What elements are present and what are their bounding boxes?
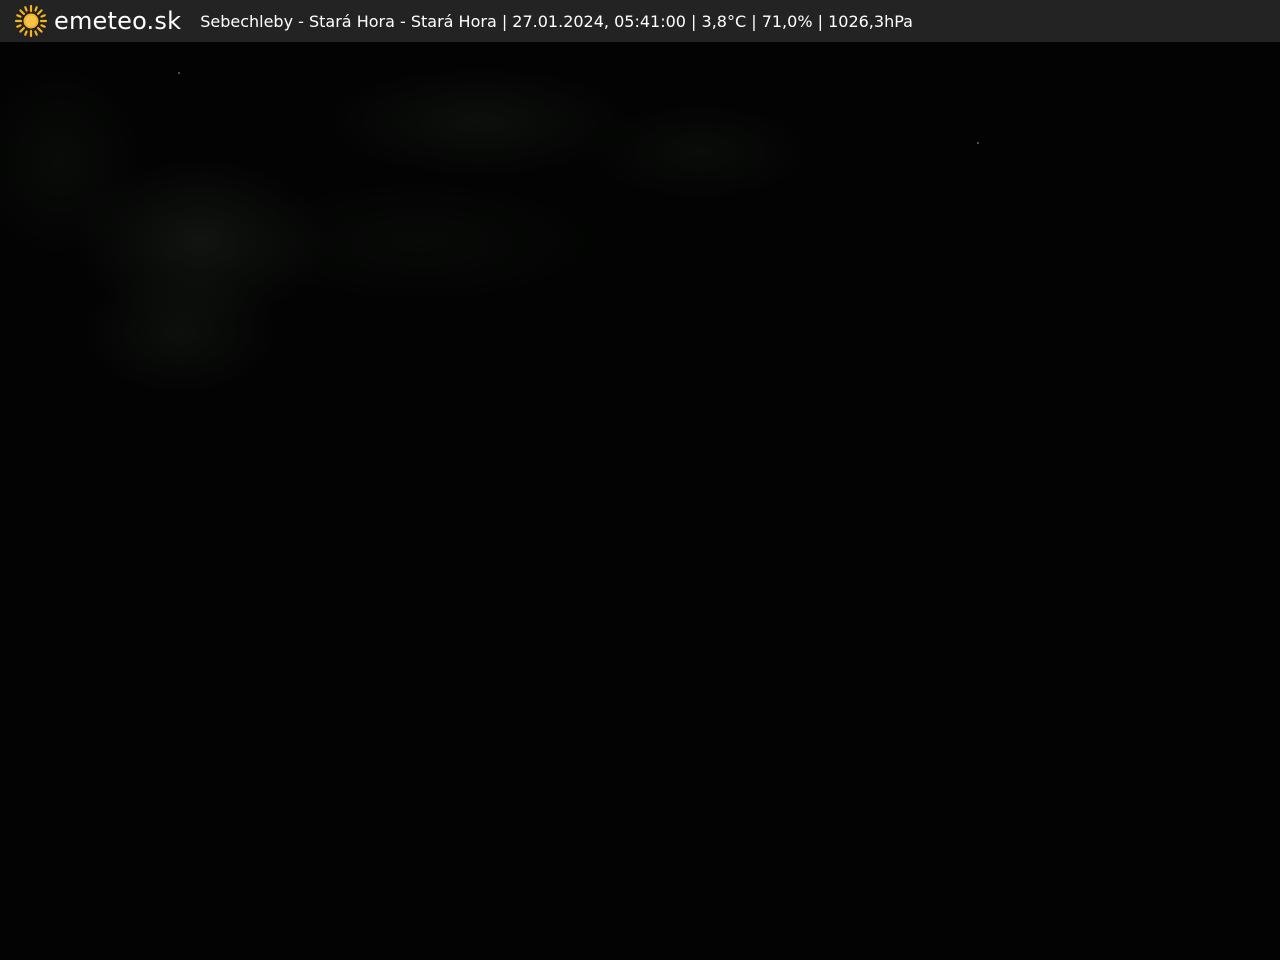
site-logo[interactable]: emeteo.sk bbox=[14, 4, 181, 38]
webcam-frame: emeteo.sk Sebechleby - Stará Hora - Star… bbox=[0, 0, 1280, 960]
station-caption: Sebechleby - Stará Hora - Stará Hora | 2… bbox=[200, 11, 913, 31]
webcam-image bbox=[0, 42, 1280, 960]
top-bar: emeteo.sk Sebechleby - Stará Hora - Star… bbox=[0, 0, 1280, 42]
sun-icon bbox=[14, 4, 48, 38]
star bbox=[178, 72, 180, 74]
brand-name: emeteo.sk bbox=[54, 7, 182, 35]
star bbox=[977, 142, 979, 144]
